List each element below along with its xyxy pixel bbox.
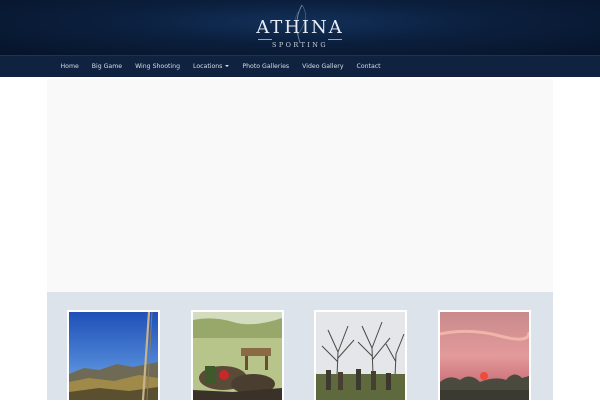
nav-item-label: Wing Shooting [135,63,180,70]
nav-item-contact[interactable]: Contact [350,56,387,78]
site-header: ATHINA SPORTING [0,0,600,55]
nav-item-label: Contact [356,63,381,70]
sunset-image [440,312,529,400]
nav-menu: Home Big Game Wing Shooting Locations Ph… [54,56,387,78]
nav-item-label: Video Gallery [302,63,344,70]
hunting-gear-image [193,312,282,400]
gallery-thumbnail-mountain[interactable] [67,310,160,402]
main-navbar: Home Big Game Wing Shooting Locations Ph… [0,55,600,77]
nav-item-wing-shooting[interactable]: Wing Shooting [129,56,187,78]
nav-item-label: Photo Galleries [242,63,290,70]
nav-item-video-gallery[interactable]: Video Gallery [296,56,350,78]
logo-rule-left [258,39,272,40]
nav-item-home[interactable]: Home [54,56,85,78]
nav-item-big-game[interactable]: Big Game [85,56,128,78]
nav-item-label: Locations [193,63,223,70]
logo-rule-right [328,39,342,40]
caret-down-icon [225,65,230,67]
hunting-party-image [316,312,405,400]
mountain-shotgun-image [69,312,158,400]
site-logo[interactable]: ATHINA SPORTING [250,4,350,52]
brand-title: ATHINA [256,17,344,38]
hero-slider[interactable] [47,79,553,292]
gallery-thumbnail-hunters[interactable] [314,310,407,402]
nav-item-label: Home [60,63,79,70]
nav-item-label: Big Game [91,63,123,70]
gallery-thumbnail-sunset[interactable] [438,310,531,402]
brand-subtitle: SPORTING [272,41,328,49]
nav-item-photo-galleries[interactable]: Photo Galleries [236,56,296,78]
nav-item-locations[interactable]: Locations [187,56,236,78]
gallery-thumbnail-game[interactable] [191,310,284,402]
